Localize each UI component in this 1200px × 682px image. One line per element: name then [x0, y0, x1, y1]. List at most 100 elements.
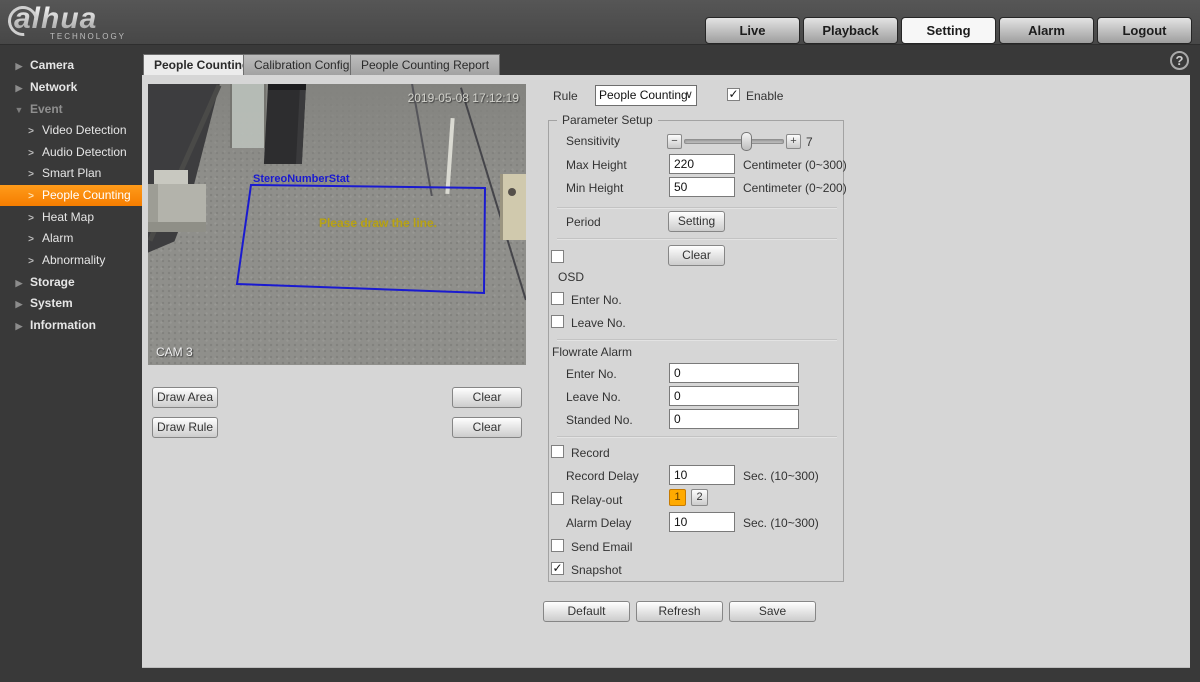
osd-clear-button[interactable]: Clear — [668, 245, 725, 266]
sidebar-item-network[interactable]: ▶ Network — [0, 77, 142, 98]
clear-rule-button[interactable]: Clear — [452, 417, 522, 438]
send-email-checkbox[interactable]: ✓ — [551, 539, 564, 552]
osd-clear-checkbox[interactable]: ✓ — [551, 250, 564, 263]
sub-arrow-icon: > — [28, 212, 34, 224]
tab-strip: People Counting Calibration Config Peopl… — [142, 45, 1190, 75]
flowrate-alarm-label: Flowrate Alarm — [552, 345, 633, 359]
check-icon: ✓ — [728, 87, 739, 101]
snapshot-checkbox[interactable]: ✓ — [551, 562, 564, 575]
flowrate-standed-no-input[interactable] — [669, 409, 799, 429]
flowrate-leave-no-input[interactable] — [669, 386, 799, 406]
sidebar-item-camera[interactable]: ▶ Camera — [0, 55, 142, 76]
clear-area-button[interactable]: Clear — [452, 387, 522, 408]
sidebar-item-heat-map[interactable]: > Heat Map — [0, 207, 142, 228]
logo-subtext: TECHNOLOGY — [50, 32, 127, 41]
nav-playback-button[interactable]: Playback — [803, 17, 898, 44]
flowrate-enter-no-input[interactable] — [669, 363, 799, 383]
alarm-delay-label: Alarm Delay — [566, 516, 632, 530]
sidebar-item-smart-plan[interactable]: > Smart Plan — [0, 163, 142, 184]
check-icon: ✓ — [552, 561, 563, 575]
osd-leave-no-label: Leave No. — [571, 316, 626, 330]
sub-arrow-icon: > — [28, 190, 34, 202]
sub-arrow-icon: > — [28, 255, 34, 267]
osd-enter-no-label: Enter No. — [571, 293, 622, 307]
max-height-label: Max Height — [566, 158, 627, 172]
osd-label: OSD — [558, 270, 585, 284]
video-timestamp: 2019-05-08 17:12:19 — [407, 91, 519, 105]
sidebar: ▶ Camera ▶ Network ▼ Event > Video Detection… — [0, 45, 142, 682]
save-button[interactable]: Save — [729, 601, 816, 622]
sensitivity-minus-button[interactable]: − — [667, 134, 682, 149]
flowrate-enter-no-label: Enter No. — [566, 367, 617, 381]
separator — [557, 238, 837, 239]
sidebar-item-audio-detection[interactable]: > Audio Detection — [0, 142, 142, 163]
record-delay-label: Record Delay — [566, 469, 639, 483]
record-label: Record — [571, 446, 610, 460]
rule-label: Rule — [553, 89, 578, 103]
sidebar-item-system[interactable]: ▶ System — [0, 293, 142, 314]
enable-label: Enable — [746, 89, 784, 103]
collapsed-arrow-icon: ▶ — [15, 320, 23, 331]
collapsed-arrow-icon: ▶ — [15, 82, 23, 93]
content-panel: 2019-05-08 17:12:19 StereoNumberStat Ple… — [142, 75, 1190, 668]
sub-arrow-icon: > — [28, 147, 34, 159]
rule-select[interactable]: People Counting ∨ — [595, 85, 697, 106]
separator — [557, 436, 837, 437]
sidebar-item-people-counting[interactable]: > People Counting — [0, 185, 142, 206]
sensitivity-slider-track[interactable] — [684, 139, 784, 144]
relay-out-label: Relay-out — [571, 493, 623, 507]
sidebar-item-alarm[interactable]: > Alarm — [0, 228, 142, 249]
collapsed-arrow-icon: ▶ — [15, 60, 23, 71]
tab-calibration-config[interactable]: Calibration Config — [243, 54, 361, 75]
osd-leave-no-checkbox[interactable]: ✓ — [551, 315, 564, 328]
min-height-unit: Centimeter (0~200) — [743, 181, 847, 195]
max-height-input[interactable] — [669, 154, 735, 174]
alarm-delay-input[interactable] — [669, 512, 735, 532]
video-preview[interactable]: 2019-05-08 17:12:19 StereoNumberStat Ple… — [148, 84, 526, 365]
sidebar-item-event[interactable]: ▼ Event — [0, 99, 142, 120]
record-checkbox[interactable]: ✓ — [551, 445, 564, 458]
record-delay-unit: Sec. (10~300) — [743, 469, 819, 483]
nav-setting-button[interactable]: Setting — [901, 17, 996, 44]
refresh-button[interactable]: Refresh — [636, 601, 723, 622]
relay-port-2-button[interactable]: 2 — [691, 489, 708, 506]
nav-logout-button[interactable]: Logout — [1097, 17, 1192, 44]
collapsed-arrow-icon: ▶ — [15, 277, 23, 288]
camera-name-label: CAM 3 — [156, 345, 193, 359]
period-setting-button[interactable]: Setting — [668, 211, 725, 232]
alarm-delay-unit: Sec. (10~300) — [743, 516, 819, 530]
nav-live-button[interactable]: Live — [705, 17, 800, 44]
dropdown-arrow-icon: ∨ — [684, 89, 693, 101]
separator — [557, 207, 837, 208]
osd-enter-no-checkbox[interactable]: ✓ — [551, 292, 564, 305]
min-height-label: Min Height — [566, 181, 624, 195]
flowrate-standed-no-label: Standed No. — [566, 413, 633, 427]
default-button[interactable]: Default — [543, 601, 630, 622]
relay-port-1-button[interactable]: 1 — [669, 489, 686, 506]
record-delay-input[interactable] — [669, 465, 735, 485]
separator — [557, 339, 837, 340]
sidebar-item-information[interactable]: ▶ Information — [0, 315, 142, 336]
help-icon[interactable]: ? — [1170, 51, 1189, 70]
enable-checkbox[interactable]: ✓ — [727, 88, 740, 101]
relay-out-checkbox[interactable]: ✓ — [551, 492, 564, 505]
sub-arrow-icon: > — [28, 168, 34, 180]
sidebar-item-video-detection[interactable]: > Video Detection — [0, 120, 142, 141]
snapshot-label: Snapshot — [571, 563, 622, 577]
draw-rule-button[interactable]: Draw Rule — [152, 417, 218, 438]
flowrate-leave-no-label: Leave No. — [566, 390, 621, 404]
min-height-input[interactable] — [669, 177, 735, 197]
sidebar-item-abnormality[interactable]: > Abnormality — [0, 250, 142, 271]
nav-alarm-button[interactable]: Alarm — [999, 17, 1094, 44]
top-nav: Live Playback Setting Alarm Logout — [705, 17, 1192, 44]
page: alhua TECHNOLOGY Live Playback Setting A… — [0, 0, 1200, 682]
expanded-arrow-icon: ▼ — [14, 104, 24, 115]
rule-select-value: People Counting — [599, 88, 688, 102]
sidebar-item-storage[interactable]: ▶ Storage — [0, 272, 142, 293]
sensitivity-plus-button[interactable]: + — [786, 134, 801, 149]
draw-area-button[interactable]: Draw Area — [152, 387, 218, 408]
collapsed-arrow-icon: ▶ — [15, 298, 23, 309]
sensitivity-slider-thumb[interactable] — [741, 132, 752, 151]
tab-people-counting-report[interactable]: People Counting Report — [350, 54, 501, 75]
send-email-label: Send Email — [571, 540, 633, 554]
